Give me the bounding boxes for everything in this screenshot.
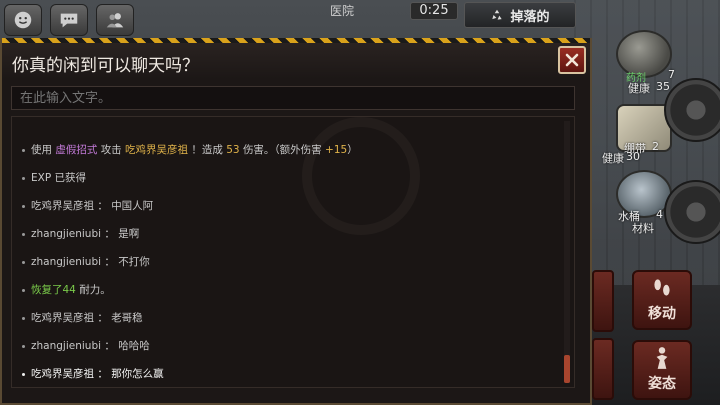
chat-text: 不打你	[118, 256, 150, 268]
scroll-thumb[interactable]	[564, 355, 570, 383]
extra-damage-value: +15	[325, 144, 348, 156]
chat-text: 哈哈哈	[118, 340, 150, 352]
text: 恢复了	[31, 284, 63, 296]
chat-user: 吃鸡界吴彦祖	[31, 312, 94, 324]
chat-line-message: 吃鸡界吴彦祖 ： 那你怎么赢	[22, 366, 164, 381]
emblem-watermark	[302, 117, 420, 235]
item-stat-name: 材料	[632, 222, 654, 235]
item-quantity: 2	[652, 140, 659, 153]
close-icon	[565, 53, 579, 67]
dialog-title: 你真的闲到可以聊天吗？	[12, 56, 199, 76]
stance-button[interactable]: 姿态	[632, 340, 692, 400]
round-timer: 0:25	[410, 2, 458, 20]
bullet-icon	[22, 204, 25, 208]
chat-text: 那你怎么赢	[111, 368, 164, 380]
chat-scrollbar[interactable]	[564, 121, 570, 383]
chat-line-exp: EXP 已获得	[22, 170, 86, 185]
separator: ：	[97, 200, 108, 212]
item-quantity: 4	[656, 208, 663, 221]
bullet-icon	[22, 344, 25, 348]
emoji-button[interactable]	[4, 4, 42, 36]
bullet-icon	[22, 176, 25, 180]
people-icon	[106, 13, 124, 28]
item-stat-name: 健康	[602, 152, 624, 165]
text: 使用	[31, 144, 52, 156]
chat-user: zhangjieniubi	[31, 340, 102, 352]
chat-text: 老哥稳	[111, 312, 143, 324]
stance-label: 姿态	[648, 376, 676, 392]
dial-wheel[interactable]	[664, 78, 720, 142]
chat-text: 中国人阿	[111, 200, 154, 212]
chat-line-message: zhangjieniubi ： 是啊	[22, 226, 139, 241]
text: 伤害。（额外伤害	[242, 144, 322, 156]
separator: ：	[97, 368, 108, 380]
footprints-icon	[654, 279, 670, 296]
chat-user: 吃鸡界吴彦祖	[31, 200, 94, 212]
chat-line-message: zhangjieniubi ： 不打你	[22, 254, 150, 269]
side-action-tab[interactable]	[592, 270, 614, 332]
recycle-icon	[492, 9, 503, 20]
text: 攻击	[100, 144, 122, 156]
bullet-icon	[22, 148, 25, 152]
chat-input[interactable]	[11, 86, 575, 110]
chat-bubble-icon	[60, 13, 78, 28]
dial-wheel[interactable]	[664, 180, 720, 244]
text: ！造成	[191, 144, 223, 156]
chat-line-message: 吃鸡界吴彦祖 ： 中国人阿	[22, 198, 153, 213]
side-action-tab[interactable]	[592, 338, 614, 400]
bullet-icon	[22, 232, 25, 236]
dropped-items-label: 掉落的	[510, 9, 550, 25]
person-stance-icon	[656, 347, 668, 369]
dialog-header: 你真的闲到可以聊天吗？	[2, 43, 590, 79]
text: 耐力。	[79, 284, 111, 296]
friends-button[interactable]	[96, 4, 134, 36]
chat-button[interactable]	[50, 4, 88, 36]
target-name: 吃鸡界吴彦祖	[125, 144, 189, 156]
chat-user: zhangjieniubi	[31, 256, 102, 268]
bullet-icon	[22, 260, 25, 264]
chat-text: 是啊	[118, 228, 140, 240]
item-stat-value: 35	[656, 80, 670, 93]
location-label: 医院	[330, 4, 355, 18]
separator: ：	[104, 256, 115, 268]
text: ）	[347, 144, 358, 156]
chat-line-message: zhangjieniubi ： 哈哈哈	[22, 338, 150, 353]
damage-value: 53	[226, 144, 240, 156]
inventory-slot-medicine[interactable]: 药剂 7 健康 35	[612, 28, 678, 95]
dropped-items-button[interactable]: 掉落的	[464, 2, 576, 28]
bullet-icon	[22, 316, 25, 320]
bullet-icon	[22, 372, 25, 376]
chat-line-message: 吃鸡界吴彦祖 ： 老哥稳	[22, 310, 143, 325]
skill-name: 虚假招式	[55, 144, 98, 156]
chat-log[interactable]: 使用 虚假招式 攻击 吃鸡界吴彦祖 ！造成 53 伤害。（额外伤害 +15） E…	[11, 116, 575, 388]
close-button[interactable]	[558, 46, 586, 74]
chat-dialog: 你真的闲到可以聊天吗？ 使用 虚假招式 攻击 吃鸡界吴彦祖 ！造成 53 伤害。…	[0, 38, 592, 405]
separator: ：	[104, 340, 115, 352]
item-stat-name: 健康	[628, 82, 650, 95]
smiley-icon	[14, 11, 32, 29]
chat-line-recover: 恢复了44 耐力。	[22, 282, 111, 297]
top-left-toolbar	[4, 4, 134, 36]
text: EXP 已获得	[31, 172, 86, 184]
bullet-icon	[22, 288, 25, 292]
move-label: 移动	[648, 306, 676, 322]
separator: ：	[97, 312, 108, 324]
move-button[interactable]: 移动	[632, 270, 692, 330]
recover-amount: 44	[62, 284, 76, 296]
separator: ：	[104, 228, 115, 240]
chat-line-attack: 使用 虚假招式 攻击 吃鸡界吴彦祖 ！造成 53 伤害。（额外伤害 +15）	[22, 142, 358, 157]
chat-user: zhangjieniubi	[31, 228, 102, 240]
chat-user: 吃鸡界吴彦祖	[31, 368, 94, 380]
item-stat-value: 30	[626, 150, 640, 163]
